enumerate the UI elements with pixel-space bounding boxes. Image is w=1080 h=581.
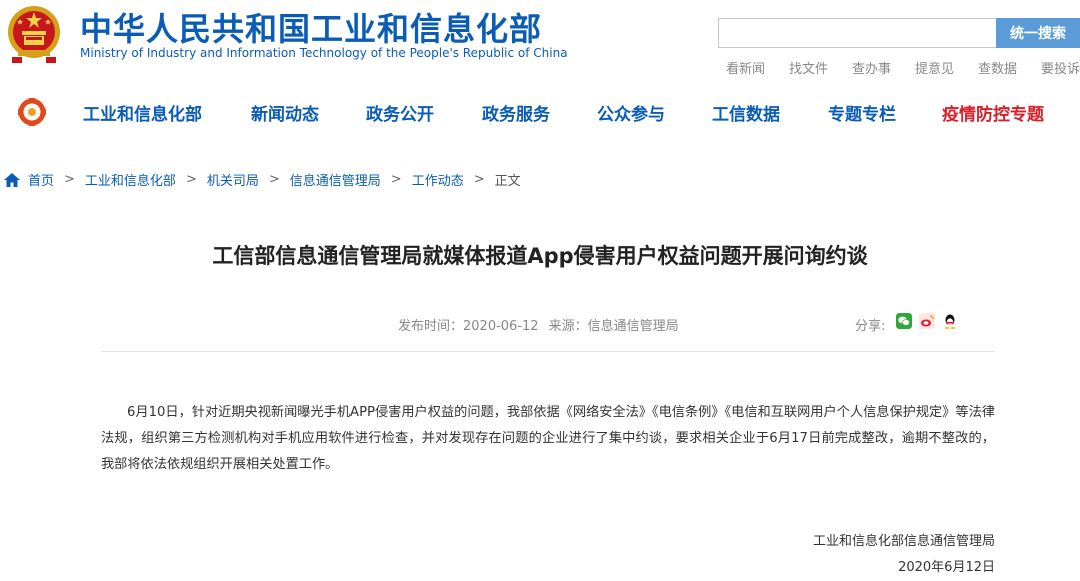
source-label: 来源： <box>548 319 588 334</box>
article-meta: 发布时间：2020-06-12 来源：信息通信管理局 <box>398 315 679 334</box>
quick-link-news[interactable]: 看新闻 <box>726 58 789 77</box>
nav-item-ministry[interactable]: 工业和信息化部 <box>83 100 202 125</box>
quick-link-data[interactable]: 查数据 <box>978 58 1041 77</box>
nav-item-topics[interactable]: 专题专栏 <box>828 100 896 125</box>
breadcrumb-home[interactable]: 首页 <box>28 170 54 189</box>
quick-link-complaint[interactable]: 要投诉 <box>1041 58 1080 77</box>
nav-item-data[interactable]: 工信数据 <box>712 100 780 125</box>
publish-label: 发布时间： <box>398 319 464 334</box>
breadcrumb-ministry[interactable]: 工业和信息化部 <box>85 170 176 189</box>
quick-links: 看新闻 找文件 查办事 提意见 查数据 要投诉 <box>726 58 1080 77</box>
site-title: 中华人民共和国工业和信息化部 <box>80 10 543 48</box>
nav-item-services[interactable]: 政务服务 <box>482 100 550 125</box>
breadcrumb: 首页 > 工业和信息化部 > 机关司局 > 信息通信管理局 > 工作动态 > 正… <box>4 170 521 189</box>
breadcrumb-separator: > <box>64 172 75 187</box>
home-icon[interactable] <box>4 172 20 187</box>
nav-item-participation[interactable]: 公众参与 <box>597 100 665 125</box>
weibo-icon[interactable] <box>919 313 935 329</box>
breadcrumb-separator: > <box>268 172 280 187</box>
ministry-logo-icon[interactable] <box>16 97 48 127</box>
breadcrumb-current: 正文 <box>494 174 521 189</box>
publish-date: 2020-06-12 <box>463 319 539 334</box>
breadcrumb-departments[interactable]: 机关司局 <box>207 170 259 189</box>
breadcrumb-bureau[interactable]: 信息通信管理局 <box>290 170 381 189</box>
site-subtitle: Ministry of Industry and Information Tec… <box>80 46 568 60</box>
quick-link-services[interactable]: 查办事 <box>852 58 915 77</box>
breadcrumb-separator: > <box>390 172 402 187</box>
share-label: 分享: <box>855 319 886 334</box>
quick-link-documents[interactable]: 找文件 <box>789 58 852 77</box>
nav-item-news[interactable]: 新闻动态 <box>251 100 319 125</box>
breadcrumb-separator: > <box>185 172 197 187</box>
search-button[interactable]: 统一搜索 <box>996 18 1080 48</box>
wechat-icon[interactable] <box>896 313 912 329</box>
national-emblem-logo <box>8 6 60 63</box>
qq-icon[interactable] <box>942 313 958 329</box>
signature-date: 2020年6月12日 <box>898 560 995 575</box>
article-divider <box>101 351 995 352</box>
nav-item-government-affairs[interactable]: 政务公开 <box>366 100 434 125</box>
nav-item-epidemic[interactable]: 疫情防控专题 <box>942 100 1044 125</box>
quick-link-feedback[interactable]: 提意见 <box>915 58 978 77</box>
breadcrumb-separator: > <box>473 172 485 187</box>
article-body: 6月10日，针对近期央视新闻曝光手机APP侵害用户权益的问题，我部依据《网络安全… <box>101 405 995 472</box>
source-name: 信息通信管理局 <box>587 319 679 334</box>
signature-organization: 工业和信息化部信息通信管理局 <box>812 534 995 549</box>
search-input[interactable] <box>718 18 996 48</box>
breadcrumb-work-updates[interactable]: 工作动态 <box>412 170 464 189</box>
article-title: 工信部信息通信管理局就媒体报道App侵害用户权益问题开展问询约谈 <box>212 244 868 268</box>
